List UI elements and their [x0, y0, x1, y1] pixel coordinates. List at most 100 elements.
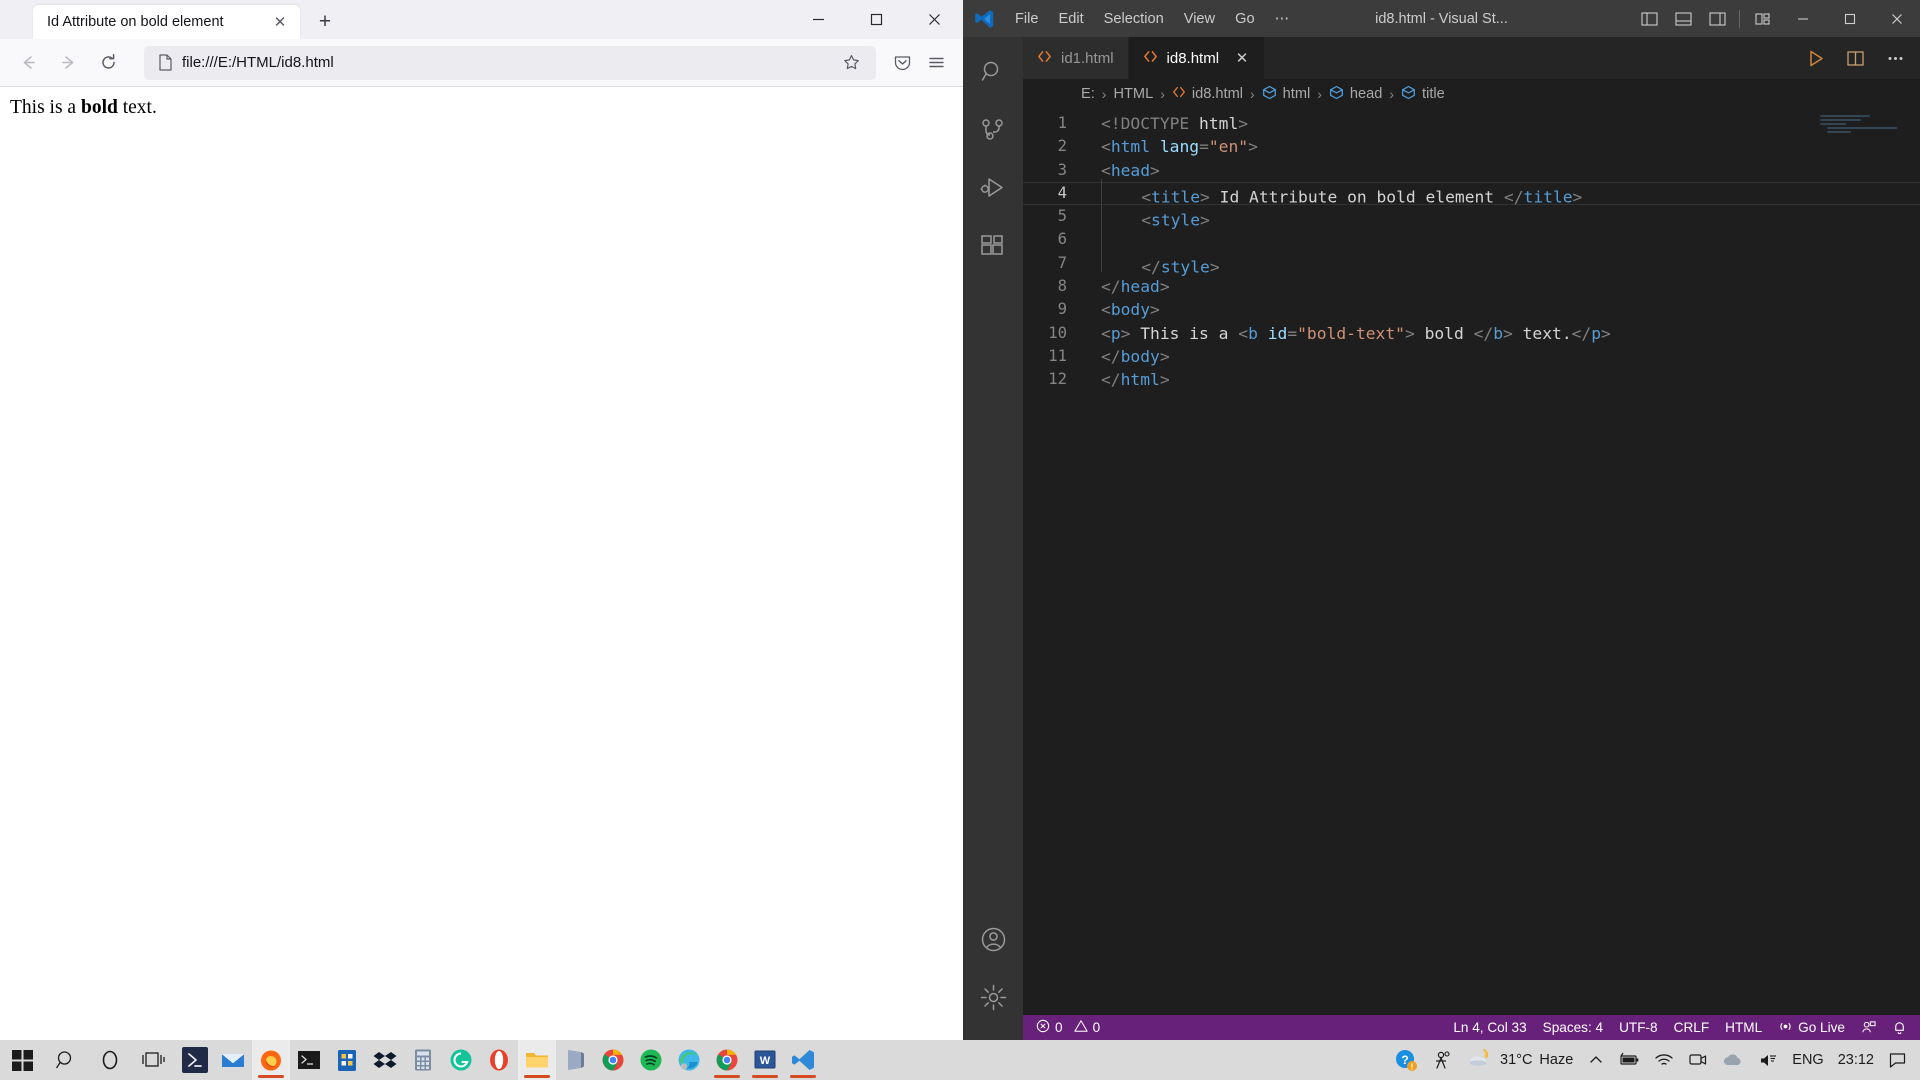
spotify-icon[interactable]: [632, 1040, 670, 1080]
close-icon[interactable]: [905, 0, 963, 39]
encoding-setting[interactable]: UTF-8: [1611, 1015, 1666, 1040]
notification-bell-icon[interactable]: [1884, 1015, 1915, 1040]
weather-widget[interactable]: 31°C Haze: [1459, 1047, 1581, 1074]
menu-file[interactable]: File: [1005, 0, 1049, 37]
run-debug-icon[interactable]: [963, 159, 1023, 217]
pocket-icon[interactable]: [885, 46, 919, 80]
breadcrumb-item-folder[interactable]: HTML: [1113, 86, 1153, 102]
toggle-primary-sidebar-icon[interactable]: [1632, 0, 1666, 37]
source-control-icon[interactable]: [963, 101, 1023, 159]
maximize-icon[interactable]: [1826, 0, 1873, 37]
language-indicator[interactable]: ENG: [1785, 1040, 1830, 1080]
start-icon[interactable]: [0, 1040, 44, 1080]
cortana-icon[interactable]: [88, 1040, 132, 1080]
help-icon[interactable]: ?!: [1387, 1040, 1425, 1080]
store-icon[interactable]: [328, 1040, 366, 1080]
onenote-icon[interactable]: [556, 1040, 594, 1080]
settings-gear-icon[interactable]: [963, 968, 1023, 1026]
problems-status[interactable]: 0 0: [1028, 1015, 1108, 1040]
url-text[interactable]: file:///E:/HTML/id8.html: [176, 54, 836, 71]
task-view-icon[interactable]: [132, 1040, 176, 1080]
mail-icon[interactable]: [214, 1040, 252, 1080]
feedback-icon[interactable]: [1853, 1015, 1884, 1040]
code-line[interactable]: 7 </style>: [1023, 248, 1920, 276]
code-editor[interactable]: 1 <!DOCTYPE html> 2 <html lang="en"> 3 <head>…: [1023, 109, 1920, 1015]
breadcrumb-item-drive[interactable]: E:: [1081, 86, 1095, 102]
terminal-icon[interactable]: [290, 1040, 328, 1080]
close-icon[interactable]: ✕: [270, 12, 290, 32]
dropbox-icon[interactable]: [366, 1040, 404, 1080]
editor-tab-id8[interactable]: id8.html ✕: [1128, 37, 1266, 79]
menu-view[interactable]: View: [1174, 0, 1225, 37]
edge-old-icon[interactable]: [670, 1040, 708, 1080]
back-icon[interactable]: [10, 46, 46, 80]
code-line[interactable]: 11 </body>: [1023, 345, 1920, 368]
people-icon[interactable]: [1425, 1040, 1459, 1080]
breadcrumb-item-head[interactable]: head: [1329, 85, 1382, 104]
extensions-icon[interactable]: [963, 217, 1023, 275]
eol-setting[interactable]: CRLF: [1666, 1015, 1718, 1040]
chrome2-icon[interactable]: [708, 1040, 746, 1080]
code-line[interactable]: 10 <p> This is a <b id="bold-text"> bold …: [1023, 322, 1920, 345]
powershell-icon[interactable]: [176, 1040, 214, 1080]
search-icon[interactable]: [963, 43, 1023, 101]
firefox-icon[interactable]: [252, 1040, 290, 1080]
code-line[interactable]: 9 <body>: [1023, 298, 1920, 321]
code-line[interactable]: 1 <!DOCTYPE html>: [1023, 112, 1920, 135]
close-icon[interactable]: [1873, 0, 1920, 37]
code-line[interactable]: 8 </head>: [1023, 275, 1920, 298]
menu-go[interactable]: Go: [1225, 0, 1264, 37]
minimap[interactable]: [1820, 115, 1906, 155]
system-tray: ?! 31°C Haze ENG 23:12: [1387, 1040, 1920, 1080]
menu-edit[interactable]: Edit: [1049, 0, 1094, 37]
hamburger-menu-icon[interactable]: [919, 46, 953, 80]
vscode-icon[interactable]: [784, 1040, 822, 1080]
maximize-icon[interactable]: [847, 0, 905, 39]
cursor-position[interactable]: Ln 4, Col 33: [1445, 1015, 1534, 1040]
battery-icon[interactable]: [1611, 1040, 1647, 1080]
split-editor-icon[interactable]: [1842, 45, 1868, 71]
vscode-window: File Edit Selection View Go ⋯ id8.html -…: [963, 0, 1920, 1040]
toggle-panel-icon[interactable]: [1666, 0, 1700, 37]
onedrive-icon[interactable]: [1715, 1040, 1751, 1080]
browser-tab[interactable]: Id Attribute on bold element ✕: [33, 5, 300, 39]
bookmark-star-icon[interactable]: [836, 48, 866, 78]
editor-tab-id1[interactable]: id1.html: [1023, 37, 1129, 79]
forward-icon[interactable]: [50, 46, 86, 80]
indentation-setting[interactable]: Spaces: 4: [1535, 1015, 1611, 1040]
volume-icon[interactable]: [1751, 1040, 1785, 1080]
opera-icon[interactable]: [480, 1040, 518, 1080]
more-actions-icon[interactable]: [1882, 45, 1908, 71]
chrome-icon[interactable]: [594, 1040, 632, 1080]
language-mode[interactable]: HTML: [1717, 1015, 1770, 1040]
address-bar[interactable]: file:///E:/HTML/id8.html: [144, 45, 876, 80]
minimize-icon[interactable]: [1779, 0, 1826, 37]
word-icon[interactable]: W: [746, 1040, 784, 1080]
account-icon[interactable]: [963, 910, 1023, 968]
grammarly-icon[interactable]: [442, 1040, 480, 1080]
minimize-icon[interactable]: [789, 0, 847, 39]
file-explorer-icon[interactable]: [518, 1040, 556, 1080]
webcam-icon[interactable]: [1681, 1040, 1715, 1080]
close-icon[interactable]: ✕: [1234, 49, 1250, 67]
menu-selection[interactable]: Selection: [1094, 0, 1174, 37]
calculator-icon[interactable]: [404, 1040, 442, 1080]
breadcrumb-item-html[interactable]: html: [1262, 85, 1310, 104]
notification-bell-icon[interactable]: [1881, 1040, 1914, 1080]
clock[interactable]: 23:12: [1831, 1040, 1881, 1080]
customize-layout-icon[interactable]: [1745, 0, 1779, 37]
toggle-secondary-sidebar-icon[interactable]: [1700, 0, 1734, 37]
symbol-icon: [1329, 85, 1344, 104]
new-tab-button[interactable]: +: [310, 6, 340, 36]
wifi-icon[interactable]: [1647, 1040, 1681, 1080]
code-line[interactable]: 2 <html lang="en">: [1023, 135, 1920, 158]
menu-more[interactable]: ⋯: [1265, 0, 1300, 37]
breadcrumb-item-file[interactable]: id8.html: [1172, 85, 1243, 103]
chevron-up-icon[interactable]: [1581, 1040, 1611, 1080]
search-icon[interactable]: [44, 1040, 88, 1080]
breadcrumb-item-title[interactable]: title: [1401, 85, 1445, 104]
code-line[interactable]: 12 </html>: [1023, 368, 1920, 391]
run-icon[interactable]: [1802, 45, 1828, 71]
reload-icon[interactable]: [90, 46, 126, 80]
go-live-button[interactable]: Go Live: [1770, 1015, 1853, 1040]
